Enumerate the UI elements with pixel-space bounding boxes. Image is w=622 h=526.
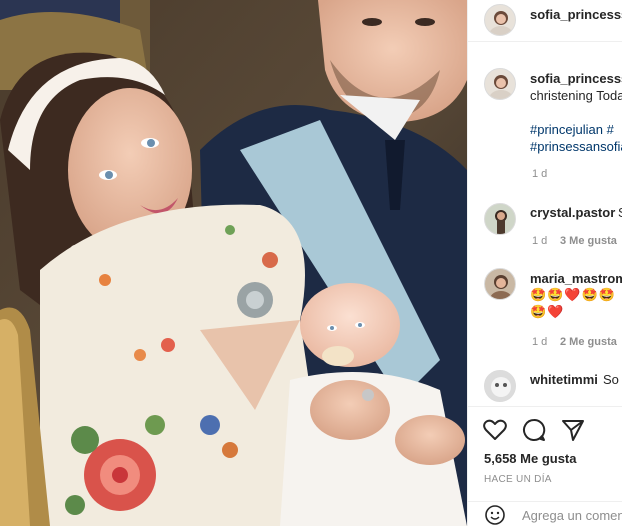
comment-username[interactable]: maria_mastromo [530,271,622,286]
post-photo[interactable] [0,0,467,526]
caption-time[interactable]: 1 d [532,168,547,180]
caption-hashtags-line-2[interactable]: #prinsessansofia [530,139,622,154]
caption-hashtags-line-1[interactable]: #princejulian # [530,122,614,137]
caption-username[interactable]: sofia_princesssweden [530,71,622,86]
post-timestamp[interactable]: HACE UN DÍA [484,474,552,485]
comment-text: So [618,205,622,220]
post-header: sofia_princesssweden [468,0,622,42]
post-side-panel: sofia_princesssweden sofia_princessswede… [467,0,622,526]
comment-time[interactable]: 1 d [532,336,547,348]
comment-avatar[interactable] [484,370,516,402]
comment-bar: Agrega un comentario... [468,501,622,526]
comment-likes[interactable]: 2 Me gusta [560,336,617,348]
comment-likes[interactable]: 3 Me gusta [560,235,617,247]
caption-text: christening Today [530,88,622,103]
comment-input[interactable]: Agrega un comentario... [522,508,622,523]
author-avatar[interactable] [484,4,516,36]
christening-photo-illustration [0,0,467,526]
author-username[interactable]: sofia_princesssweden [530,7,622,22]
post-actions: 5,658 Me gusta HACE UN DÍA Agrega un com… [468,406,622,526]
comment-username[interactable]: whitetimmi [530,372,598,387]
comment-text: So [603,372,619,387]
comment-username[interactable]: crystal.pastor [530,205,615,220]
heart-icon[interactable] [482,417,508,443]
comment-emoji-line-1: 🤩🤩❤️🤩🤩 [530,287,616,302]
comment-emoji-line-2: 🤩❤️ [530,304,565,319]
smiley-icon[interactable] [484,504,506,526]
comment-time[interactable]: 1 d [532,235,547,247]
comment-avatar[interactable] [484,268,516,300]
caption-avatar[interactable] [484,68,516,100]
likes-count[interactable]: 5,658 Me gusta [484,451,577,466]
comment-bubble-icon[interactable] [521,417,547,443]
comment-avatar[interactable] [484,203,516,235]
paper-plane-icon[interactable] [560,417,586,443]
